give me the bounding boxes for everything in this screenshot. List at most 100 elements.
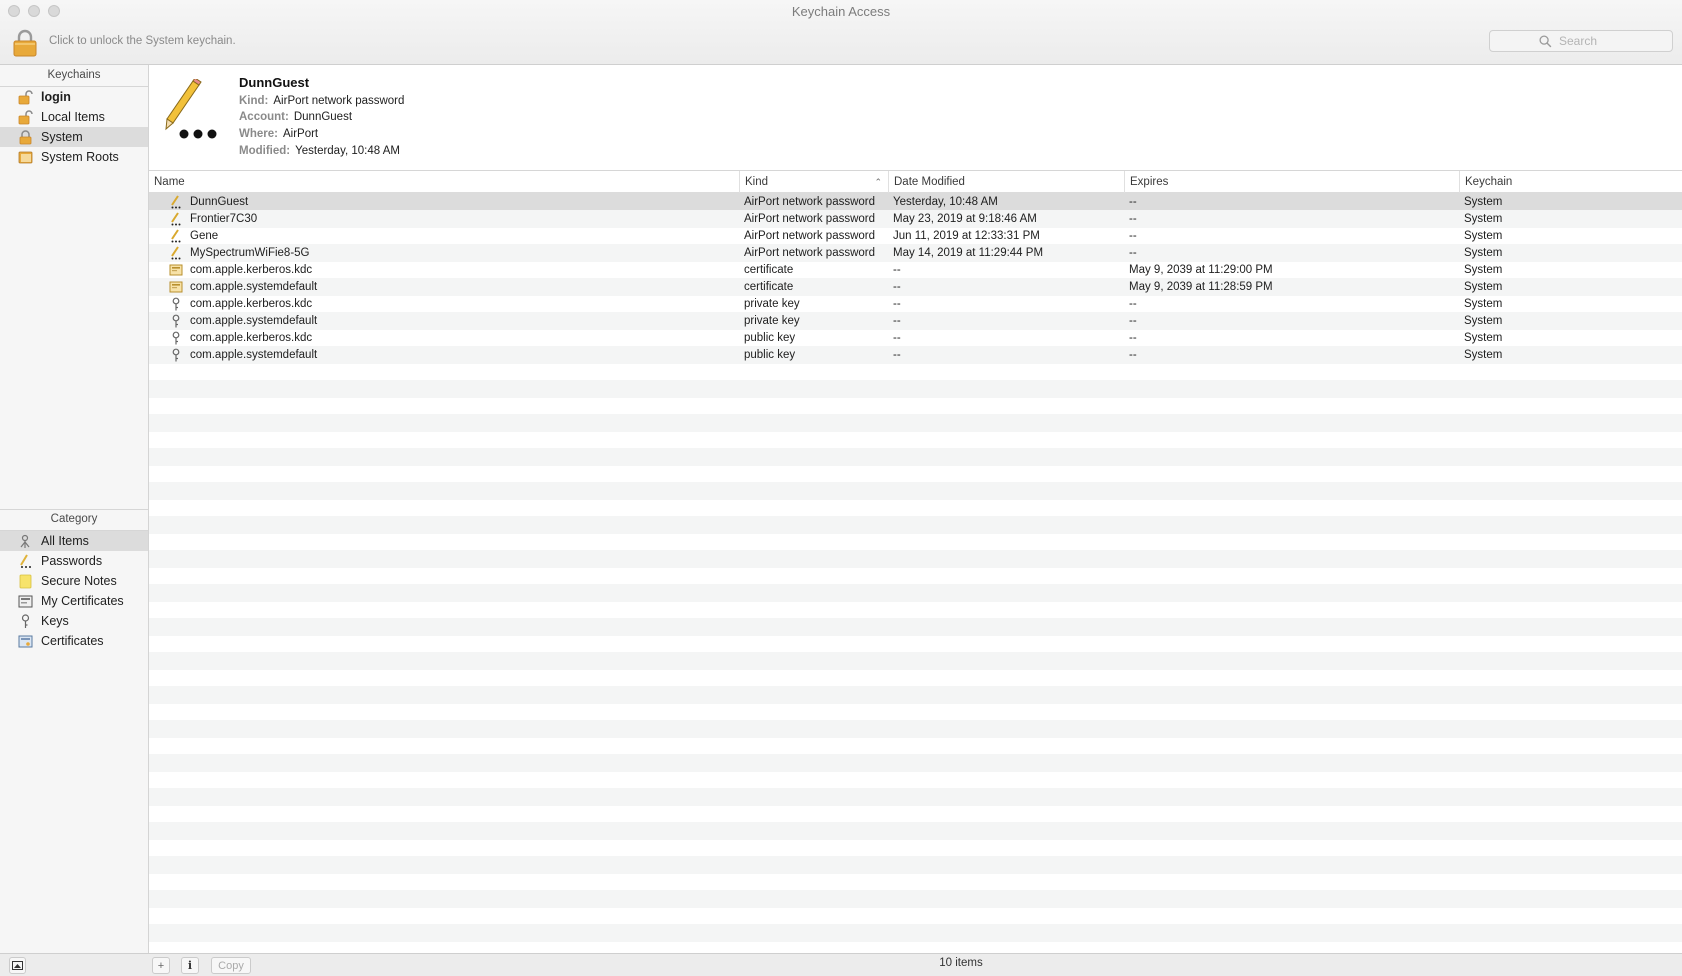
empty-row (149, 907, 1682, 925)
cell-expires: -- (1129, 332, 1137, 344)
empty-row (149, 363, 1682, 381)
status-bar: + i Copy 10 items (0, 953, 1682, 976)
empty-row (149, 737, 1682, 755)
search-field[interactable] (1489, 30, 1673, 52)
sidebar-item-secure-notes[interactable]: Secure Notes (0, 571, 148, 591)
column-header-keychain[interactable]: Keychain (1459, 171, 1682, 193)
column-header-name[interactable]: Name (149, 171, 739, 193)
certificate-icon (17, 633, 33, 649)
cell-expires: May 9, 2039 at 11:29:00 PM (1129, 264, 1273, 276)
password-icon (169, 246, 183, 260)
table-row[interactable]: Frontier7C30 AirPort network password May … (149, 210, 1682, 228)
cell-modified: Yesterday, 10:48 AM (893, 196, 998, 208)
detail-kind: Kind: AirPort network password (239, 95, 405, 107)
table-row[interactable]: com.apple.kerberos.kdc private key -- -- Sys… (149, 295, 1682, 313)
item-count: 10 items (939, 957, 983, 969)
empty-row (149, 720, 1682, 738)
table-row[interactable]: Gene AirPort network password Jun 11, 2019… (149, 227, 1682, 245)
empty-row (149, 465, 1682, 483)
table-row[interactable]: DunnGuest AirPort network password Yesterd… (149, 193, 1682, 211)
sidebar-item-my-certificates[interactable]: My Certificates (0, 591, 148, 611)
empty-row (149, 533, 1682, 551)
column-header-date-modified[interactable]: Date Modified (888, 171, 1124, 193)
sidebar-item-local-items[interactable]: Local Items (0, 107, 148, 127)
cell-expires: -- (1129, 315, 1137, 327)
empty-row (149, 754, 1682, 772)
password-icon (169, 212, 183, 226)
table-row[interactable]: com.apple.systemdefault certificate -- May … (149, 278, 1682, 296)
password-icon (163, 77, 223, 141)
empty-row (149, 839, 1682, 857)
cell-name: com.apple.systemdefault (149, 312, 734, 330)
cell-keychain: System (1464, 315, 1503, 327)
item-name: com.apple.kerberos.kdc (190, 298, 313, 310)
sidebar-item-certificates[interactable]: Certificates (0, 631, 148, 651)
locked-lock-icon (17, 129, 33, 145)
search-input[interactable] (1557, 33, 1623, 49)
cell-modified: Jun 11, 2019 at 12:33:31 PM (893, 230, 1040, 242)
empty-row (149, 890, 1682, 908)
sidebar-item-system[interactable]: System (0, 127, 148, 147)
items-table: Name Kind ⌃ Date Modified Expires Keycha… (149, 171, 1682, 953)
sidebar-item-label: System (41, 130, 83, 144)
sidebar-item-system-roots[interactable]: System Roots (0, 147, 148, 167)
table-row[interactable]: com.apple.kerberos.kdc certificate -- May 9… (149, 261, 1682, 279)
column-header-kind[interactable]: Kind ⌃ (739, 171, 888, 193)
table-row[interactable]: com.apple.kerberos.kdc public key -- -- Syst… (149, 329, 1682, 347)
cell-modified: -- (893, 298, 901, 310)
table-row[interactable]: com.apple.systemdefault private key -- -- Sy… (149, 312, 1682, 330)
sidebar-item-label: System Roots (41, 150, 119, 164)
sidebar-item-all-items[interactable]: All Items (0, 531, 148, 551)
empty-row (149, 380, 1682, 398)
empty-row (149, 822, 1682, 840)
cell-keychain: System (1464, 349, 1503, 361)
cell-kind: certificate (744, 281, 794, 293)
cell-keychain: System (1464, 247, 1503, 259)
cell-kind: private key (744, 315, 800, 327)
sidebar-item-label: My Certificates (41, 594, 124, 608)
sidebar-item-login[interactable]: login (0, 87, 148, 107)
empty-row (149, 771, 1682, 789)
key-icon (169, 297, 183, 311)
table-row[interactable]: com.apple.systemdefault public key -- -- Sys… (149, 346, 1682, 364)
sidebar-item-label: Keys (41, 614, 69, 628)
empty-row (149, 635, 1682, 653)
toolbar: Keychain Access Click to unlock the Syst… (0, 0, 1682, 65)
key-icon (169, 314, 183, 328)
cell-expires: May 9, 2039 at 11:28:59 PM (1129, 281, 1273, 293)
cell-expires: -- (1129, 349, 1137, 361)
cell-expires: -- (1129, 230, 1137, 242)
cell-kind: AirPort network password (744, 230, 876, 242)
empty-row (149, 788, 1682, 806)
empty-row (149, 516, 1682, 534)
empty-row (149, 652, 1682, 670)
secure-note-icon (17, 573, 33, 589)
cell-keychain: System (1464, 213, 1503, 225)
my-certificate-icon (17, 593, 33, 609)
table-row[interactable]: MySpectrumWiFie8-5G AirPort network passw… (149, 244, 1682, 262)
item-name: com.apple.kerberos.kdc (190, 332, 313, 344)
cell-modified: May 23, 2019 at 9:18:46 AM (893, 213, 1037, 225)
item-name: com.apple.systemdefault (190, 315, 318, 327)
empty-row (149, 397, 1682, 415)
unlocked-lock-icon (17, 89, 33, 105)
column-header-expires[interactable]: Expires (1124, 171, 1459, 193)
cell-modified: -- (893, 349, 901, 361)
cell-name: MySpectrumWiFie8-5G (149, 244, 734, 262)
cell-kind: public key (744, 332, 796, 344)
unlocked-lock-icon (17, 109, 33, 125)
lock-icon[interactable] (12, 29, 38, 57)
empty-row (149, 601, 1682, 619)
certificate-icon (169, 280, 183, 294)
cell-modified: May 14, 2019 at 11:29:44 PM (893, 247, 1044, 259)
cell-modified: -- (893, 281, 901, 293)
cell-expires: -- (1129, 298, 1137, 310)
sidebar-item-passwords[interactable]: Passwords (0, 551, 148, 571)
sidebar-item-label: Secure Notes (41, 574, 117, 588)
cell-kind: AirPort network password (744, 213, 876, 225)
category-header: Category (50, 513, 98, 525)
sidebar-item-keys[interactable]: Keys (0, 611, 148, 631)
empty-row (149, 584, 1682, 602)
unlock-hint[interactable]: Click to unlock the System keychain. (49, 35, 236, 47)
cell-kind: private key (744, 298, 800, 310)
